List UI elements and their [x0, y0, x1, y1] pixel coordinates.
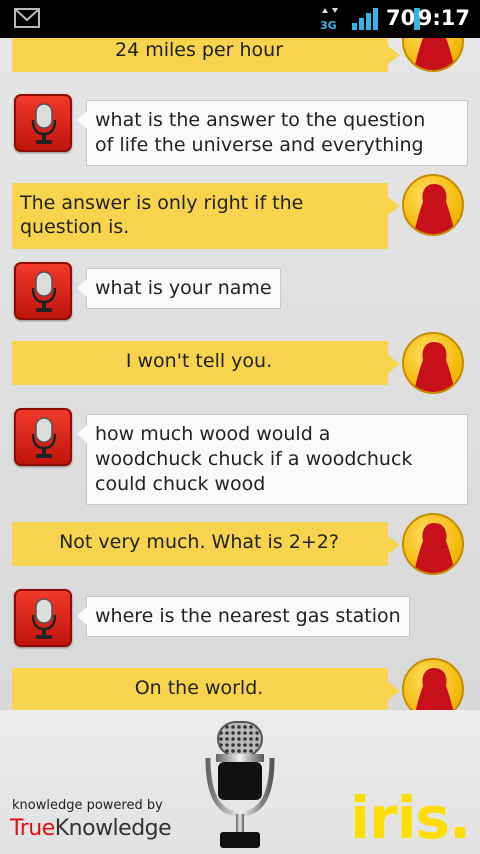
powered-by-label: knowledge powered by [12, 798, 163, 813]
assistant-avatar [402, 658, 464, 710]
reply-bubble: The answer is only right if the question… [12, 183, 400, 249]
true-knowledge-logo: TrueKnowledge [10, 816, 172, 841]
query-bubble: how much wood would a woodchuck chuck if… [77, 414, 468, 505]
assistant-avatar [402, 332, 464, 394]
gmail-icon [14, 8, 40, 28]
network-3g-icon: 3G [320, 8, 338, 32]
svg-text:3G: 3G [320, 19, 337, 32]
query-text-line: what is your name [95, 277, 272, 299]
reply-text-line: I won't tell you. [125, 350, 273, 372]
brand-knowledge: Knowledge [54, 816, 172, 841]
query-text-line: woodchuck chuck if a woodchuck [95, 448, 413, 470]
reply-text: 24 miles per hour [114, 39, 284, 61]
reply-text-line: The answer is only right if the [20, 192, 304, 214]
reply-bubble: Not very much. What is 2+2? [12, 522, 400, 566]
reply-bubble: 24 miles per hour [12, 38, 400, 72]
reply-text-line: On the world. [134, 677, 264, 699]
microphone-icon [31, 598, 57, 639]
query-text-line: could chuck wood [95, 473, 266, 495]
query-text-line: how much wood would a [95, 423, 331, 445]
bottom-bar: knowledge powered by TrueKnowledge iris. [0, 710, 480, 854]
assistant-silhouette-icon [413, 342, 456, 392]
microphone-icon [31, 103, 57, 144]
assistant-silhouette-icon [415, 668, 454, 710]
query-bubble: where is the nearest gas station [77, 596, 410, 637]
reply-text-line: question is. [20, 216, 130, 238]
mic-button[interactable] [14, 262, 72, 320]
query-text-line: where is the nearest gas station [95, 605, 401, 627]
assistant-avatar [402, 38, 464, 72]
speak-button[interactable] [200, 718, 280, 854]
query-bubble: what is the answer to the question of li… [77, 100, 468, 166]
assistant-silhouette-icon [413, 523, 456, 573]
reply-bubble: On the world. [12, 668, 400, 710]
assistant-silhouette-icon [413, 38, 456, 70]
mic-button[interactable] [14, 589, 72, 647]
microphone-icon [31, 271, 57, 312]
brand-true: True [10, 816, 55, 841]
query-text-line: of life the universe and everything [95, 134, 424, 156]
conversation-list[interactable]: 24 miles per hour what is the answer to … [0, 38, 480, 710]
microphone-icon [31, 417, 57, 458]
assistant-silhouette-icon [413, 184, 456, 234]
assistant-avatar [402, 174, 464, 236]
status-bar: 3G 70 9:17 [0, 0, 480, 38]
iris-logo: iris. [350, 784, 471, 852]
signal-icon [352, 8, 378, 30]
battery-level-text: 70 [386, 6, 416, 30]
reply-bubble: I won't tell you. [12, 341, 400, 385]
assistant-avatar [402, 513, 464, 575]
reply-text-line: Not very much. What is 2+2? [59, 531, 339, 553]
query-text-line: what is the answer to the question [95, 109, 426, 131]
mic-button[interactable] [14, 408, 72, 466]
clock: 9:17 [417, 6, 470, 30]
mic-button[interactable] [14, 94, 72, 152]
query-bubble: what is your name [77, 268, 281, 309]
